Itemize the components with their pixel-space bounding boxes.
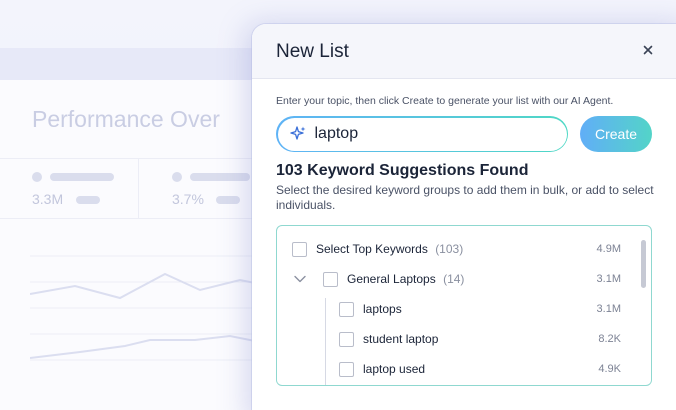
close-icon — [643, 45, 653, 55]
list-item-laptop-used[interactable]: laptop used — [339, 358, 629, 380]
divider — [138, 158, 139, 218]
modal-header: New List — [252, 24, 676, 79]
new-list-modal: New List Enter your topic, then click Cr… — [252, 24, 676, 410]
row-label: student laptop — [363, 332, 439, 346]
checkbox[interactable] — [323, 271, 338, 287]
close-button[interactable] — [640, 42, 656, 58]
tree-connector — [325, 298, 326, 385]
metric-dot — [172, 172, 182, 182]
create-button[interactable]: Create — [580, 116, 652, 152]
modal-title: New List — [276, 41, 349, 62]
checkbox[interactable] — [339, 361, 354, 377]
metric-placeholder — [76, 196, 100, 204]
list-item-laptops[interactable]: laptops — [339, 298, 629, 320]
list-item-select-top-keywords[interactable]: Select Top Keywords (103) — [292, 238, 640, 260]
metric-value: 3.3M — [32, 191, 64, 207]
row-volume: 3.1M — [596, 303, 621, 315]
row-label: General Laptops (14) — [347, 272, 465, 286]
sparkle-icon — [289, 126, 305, 140]
performance-title: Performance Over — [32, 106, 220, 132]
background-line-chart — [30, 255, 260, 361]
metric-placeholder — [216, 196, 240, 204]
intro-text: Enter your topic, then click Create to g… — [276, 95, 614, 107]
metric-placeholder — [190, 173, 250, 181]
list-scrollbar[interactable] — [641, 240, 646, 288]
topic-search-field — [276, 116, 568, 152]
row-volume: 4.9K — [598, 363, 621, 375]
list-item-general-laptops[interactable]: General Laptops (14) — [323, 268, 633, 290]
keyword-list: Select Top Keywords (103) 4.9M General L… — [276, 225, 652, 386]
checkbox[interactable] — [339, 331, 354, 347]
list-item-student-laptop[interactable]: student laptop — [339, 328, 629, 350]
metric-value: 3.7% — [172, 191, 204, 207]
row-label: laptops — [363, 302, 402, 316]
metric-dot — [32, 172, 42, 182]
topic-input[interactable] — [314, 125, 545, 143]
row-volume: 3.1M — [596, 273, 621, 285]
row-label: laptop used — [363, 362, 426, 376]
checkbox[interactable] — [339, 301, 354, 317]
row-volume: 4.9M — [596, 243, 621, 255]
chevron-down-icon[interactable] — [293, 272, 307, 286]
help-text: Select the desired keyword groups to add… — [276, 183, 654, 212]
checkbox[interactable] — [292, 241, 307, 257]
suggestions-found-heading: 103 Keyword Suggestions Found — [276, 162, 529, 179]
row-volume: 8.2K — [598, 333, 621, 345]
metric-placeholder — [50, 173, 114, 181]
row-label: Select Top Keywords (103) — [316, 242, 464, 256]
